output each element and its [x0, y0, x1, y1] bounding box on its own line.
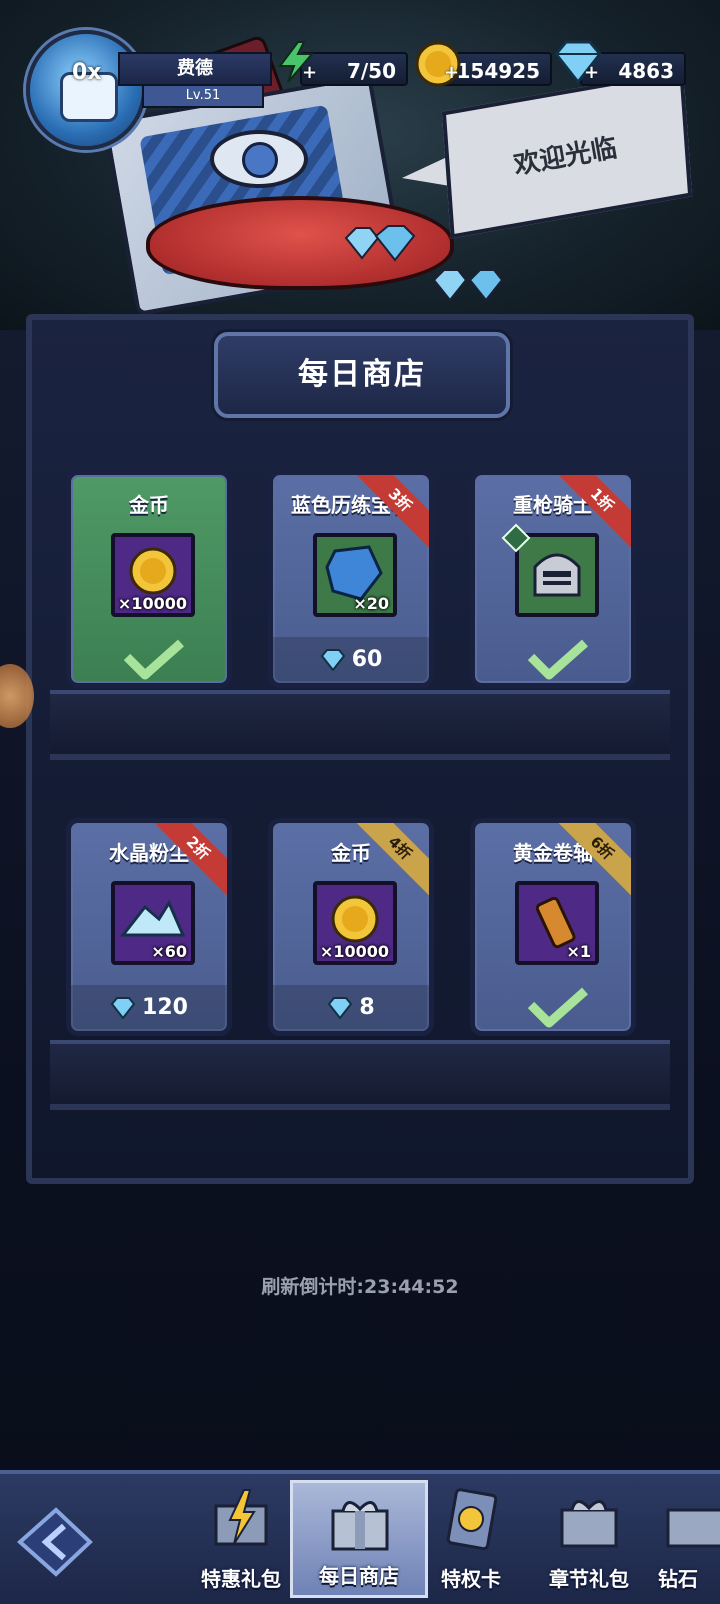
shelf-top — [50, 690, 670, 760]
gem-pile-icon — [432, 269, 504, 302]
item-icon-box: ×10000 — [313, 881, 397, 965]
shop-item-card[interactable]: 重枪骑士 1折 — [470, 470, 636, 688]
item-quantity: ×1 — [566, 942, 591, 961]
add-energy-icon[interactable]: + — [302, 64, 318, 82]
card-icon — [446, 1488, 498, 1551]
merchant-eye — [210, 130, 308, 188]
gift-box-icon — [666, 1508, 720, 1548]
item-icon-box: ×1 — [515, 881, 599, 965]
price-value: 120 — [142, 995, 188, 1020]
tab-special-offer[interactable]: 特惠礼包 — [186, 1480, 296, 1598]
avatar-badge: 0x — [72, 60, 102, 85]
diamond-icon — [328, 997, 353, 1019]
purchased-check-icon — [527, 639, 588, 680]
shop-item-card[interactable]: 水晶粉尘 2折 ×60 120 — [66, 818, 232, 1036]
item-price[interactable]: 60 — [273, 637, 429, 683]
gift-lightning-icon — [214, 1489, 268, 1546]
shop-item-card[interactable]: 金币 4折 ×10000 8 — [268, 818, 434, 1036]
item-quantity: ×10000 — [319, 942, 389, 961]
refresh-time: 23:44:52 — [364, 1276, 459, 1298]
item-price[interactable]: 120 — [71, 985, 227, 1031]
player-name: 费德 — [118, 52, 272, 86]
item-price[interactable]: 8 — [273, 985, 429, 1031]
item-icon-box: ×20 — [313, 533, 397, 617]
item-quantity: ×60 — [151, 942, 187, 961]
shop-item-card[interactable]: 蓝色历练宝石 3折 ×20 60 — [268, 470, 434, 688]
gift-box-icon — [560, 1500, 618, 1548]
shop-title: 每日商店 — [214, 332, 510, 418]
refresh-countdown: 刷新倒计时:23:44:52 — [0, 1272, 720, 1299]
diamond-icon — [110, 997, 136, 1019]
tab-label: 特权卡 — [441, 1567, 501, 1591]
price-value: 60 — [351, 647, 383, 672]
purchased-check-icon — [527, 987, 588, 1028]
tab-diamond[interactable]: 钻石 — [648, 1480, 720, 1598]
player-avatar[interactable]: 0x — [26, 30, 146, 150]
item-name: 金币 — [129, 493, 169, 517]
gem-pile-icon — [344, 225, 416, 262]
energy-value: 7/50 — [346, 59, 396, 83]
shelf-bottom — [50, 1040, 670, 1110]
tab-privilege-card[interactable]: 特权卡 — [416, 1480, 526, 1598]
item-icon-box: ×10000 — [111, 533, 195, 617]
item-quantity: ×10000 — [117, 594, 187, 613]
add-gold-icon[interactable]: + — [444, 64, 460, 82]
back-arrow-icon[interactable] — [10, 1502, 100, 1582]
class-badge-icon — [501, 523, 531, 553]
purchased-check-icon — [123, 639, 184, 680]
shop-item-card[interactable]: 金币 ×10000 — [66, 470, 232, 688]
player-level: Lv.51 — [142, 84, 264, 108]
tab-label: 钻石 — [658, 1567, 698, 1591]
tab-daily-shop[interactable]: 每日商店 — [290, 1480, 428, 1598]
gift-box-icon — [331, 1501, 389, 1551]
add-diamond-icon[interactable]: + — [584, 64, 600, 82]
tab-label: 章节礼包 — [549, 1567, 629, 1591]
tab-label: 特惠礼包 — [201, 1567, 281, 1591]
diamond-value: 4863 — [618, 59, 674, 83]
item-quantity: ×20 — [353, 594, 389, 613]
tab-chapter-pack[interactable]: 章节礼包 — [534, 1480, 644, 1598]
diamond-icon — [320, 649, 345, 671]
refresh-label: 刷新倒计时: — [261, 1276, 365, 1298]
tab-label: 每日商店 — [319, 1564, 399, 1588]
price-value: 8 — [359, 995, 375, 1020]
shop-item-card[interactable]: 黄金卷轴 6折 ×1 — [470, 818, 636, 1036]
item-icon-box: ×60 — [111, 881, 195, 965]
